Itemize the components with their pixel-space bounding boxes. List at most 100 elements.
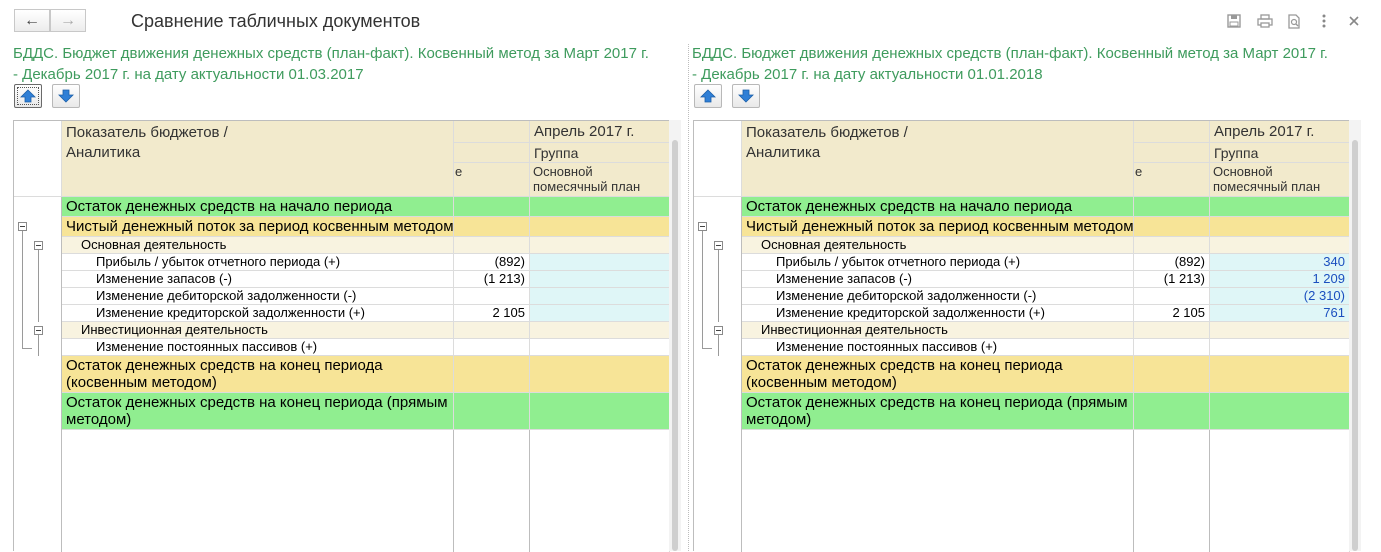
table-cell-fact[interactable] [1134,356,1210,393]
table-row-label[interactable]: Остаток денежных средств на конец период… [62,393,454,430]
right-prev-diff-button[interactable] [694,84,722,108]
table-cell-plan[interactable] [530,237,670,254]
table-row-label[interactable]: Прибыль / убыток отчетного периода (+) [742,254,1134,271]
column-header-period[interactable]: Апрель 2017 г. [1210,121,1350,143]
forward-button[interactable]: → [50,9,86,32]
table-row-label[interactable]: Изменение дебиторской задолженности (-) [62,288,454,305]
table-cell-plan[interactable] [1210,217,1350,237]
header-indicator-line1: Показатель бюджетов / [746,124,908,141]
collapse-group-investing-icon[interactable] [34,326,43,335]
table-row-label[interactable]: Изменение дебиторской задолженности (-) [742,288,1134,305]
table-cell-fact[interactable]: (892) [1134,254,1210,271]
table-row-label[interactable]: Остаток денежных средств на конец период… [62,356,454,393]
right-scrollbar-thumb[interactable] [1352,140,1358,551]
left-next-diff-button[interactable] [52,84,80,108]
column-header-period[interactable]: Апрель 2017 г. [530,121,670,143]
table-row-label[interactable]: Остаток денежных средств на начало перио… [62,197,454,217]
table-row-label[interactable]: Остаток денежных средств на конец период… [742,356,1134,393]
collapse-group-cashflow-icon[interactable] [698,222,707,231]
table-row-label[interactable]: Изменение запасов (-) [62,271,454,288]
collapse-group-cashflow-icon[interactable] [18,222,27,231]
table-row-label[interactable]: Чистый денежный поток за период косвенны… [742,217,1134,237]
table-cell-fact[interactable]: 2 105 [1134,305,1210,322]
table-cell-fact[interactable] [454,393,530,430]
table-row-label[interactable]: Основная деятельность [62,237,454,254]
save-icon[interactable] [1225,12,1243,30]
table-cell-plan[interactable] [530,322,670,339]
table-row-label[interactable]: Изменение кредиторской задолженности (+) [742,305,1134,322]
table-cell-fact[interactable] [454,288,530,305]
table-cell-plan[interactable] [530,197,670,217]
header-plan-line2: помесячный план [1213,179,1321,194]
more-icon[interactable] [1315,12,1333,30]
table-row-label[interactable]: Изменение постоянных пассивов (+) [62,339,454,356]
table-row-label[interactable]: Прибыль / убыток отчетного периода (+) [62,254,454,271]
table-cell-plan[interactable] [1210,393,1350,430]
print-icon[interactable] [1256,12,1274,30]
left-vertical-scrollbar[interactable] [669,120,681,551]
table-cell-plan[interactable] [1210,197,1350,217]
table-cell-fact[interactable] [454,237,530,254]
right-spreadsheet[interactable]: Показатель бюджетов / Аналитика е Апрель 20… [693,120,1350,552]
right-next-diff-button[interactable] [732,84,760,108]
right-document-title[interactable]: БДДС. Бюджет движения денежных средств (… [692,43,1372,85]
table-row-label[interactable]: Остаток денежных средств на конец период… [742,393,1134,430]
table-cell-fact[interactable]: (892) [454,254,530,271]
table-row-label[interactable]: Инвестиционная деятельность [62,322,454,339]
table-cell-plan[interactable] [530,305,670,322]
table-cell-fact[interactable] [1134,237,1210,254]
collapse-group-operating-icon[interactable] [34,241,43,250]
table-cell-plan[interactable]: 761 [1210,305,1350,322]
back-button[interactable]: ← [14,9,50,32]
column-header-indicator[interactable]: Показатель бюджетов / Аналитика [742,121,1134,197]
cell-value: (1 213) [1163,271,1205,286]
table-cell-fact[interactable] [454,217,530,237]
table-cell-fact[interactable] [1134,197,1210,217]
table-cell-fact[interactable] [1134,322,1210,339]
table-cell-fact[interactable] [454,322,530,339]
table-cell-fact[interactable] [454,339,530,356]
table-row-label[interactable]: Чистый денежный поток за период косвенны… [62,217,454,237]
table-cell-fact[interactable] [1134,339,1210,356]
table-row-label[interactable]: Основная деятельность [742,237,1134,254]
table-row-label[interactable]: Изменение запасов (-) [742,271,1134,288]
table-row-label[interactable]: Изменение постоянных пассивов (+) [742,339,1134,356]
table-cell-fact[interactable] [1134,288,1210,305]
table-cell-fact[interactable]: 2 105 [454,305,530,322]
collapse-group-investing-icon[interactable] [714,326,723,335]
collapse-group-operating-icon[interactable] [714,241,723,250]
table-cell-plan[interactable] [1210,356,1350,393]
table-cell-fact[interactable] [1134,217,1210,237]
column-header-indicator[interactable]: Показатель бюджетов / Аналитика [62,121,454,197]
left-prev-diff-button[interactable] [14,84,42,108]
table-cell-fact[interactable] [1134,393,1210,430]
left-document-title[interactable]: БДДС. Бюджет движения денежных средств (… [13,43,693,85]
table-cell-fact[interactable] [454,356,530,393]
table-cell-plan[interactable] [530,288,670,305]
table-row-label[interactable]: Инвестиционная деятельность [742,322,1134,339]
table-cell-plan[interactable] [1210,322,1350,339]
left-spreadsheet[interactable]: Показатель бюджетов / Аналитика е Апрель 20… [13,120,670,552]
table-cell-fact[interactable]: (1 213) [454,271,530,288]
table-cell-plan[interactable] [530,254,670,271]
table-cell-plan[interactable] [530,393,670,430]
table-cell-plan[interactable] [530,356,670,393]
table-row-label[interactable]: Изменение кредиторской задолженности (+) [62,305,454,322]
table-cell-plan[interactable] [530,339,670,356]
table-cell-plan[interactable] [530,217,670,237]
table-cell-plan[interactable]: 1 209 [1210,271,1350,288]
table-row-label[interactable]: Остаток денежных средств на начало перио… [742,197,1134,217]
table-cell-plan[interactable] [1210,339,1350,356]
preview-icon[interactable] [1285,12,1303,30]
panel-separator[interactable] [688,44,689,551]
table-cell-plan[interactable]: 340 [1210,254,1350,271]
table-cell-plan[interactable] [530,271,670,288]
close-icon[interactable] [1345,12,1363,30]
table-cell-plan[interactable] [1210,237,1350,254]
right-vertical-scrollbar[interactable] [1349,120,1361,551]
table-cell-fact[interactable] [454,197,530,217]
left-scrollbar-thumb[interactable] [672,140,678,551]
table-cell-plan[interactable]: (2 310) [1210,288,1350,305]
table-cell-fact[interactable]: (1 213) [1134,271,1210,288]
row-gutter [14,356,62,393]
